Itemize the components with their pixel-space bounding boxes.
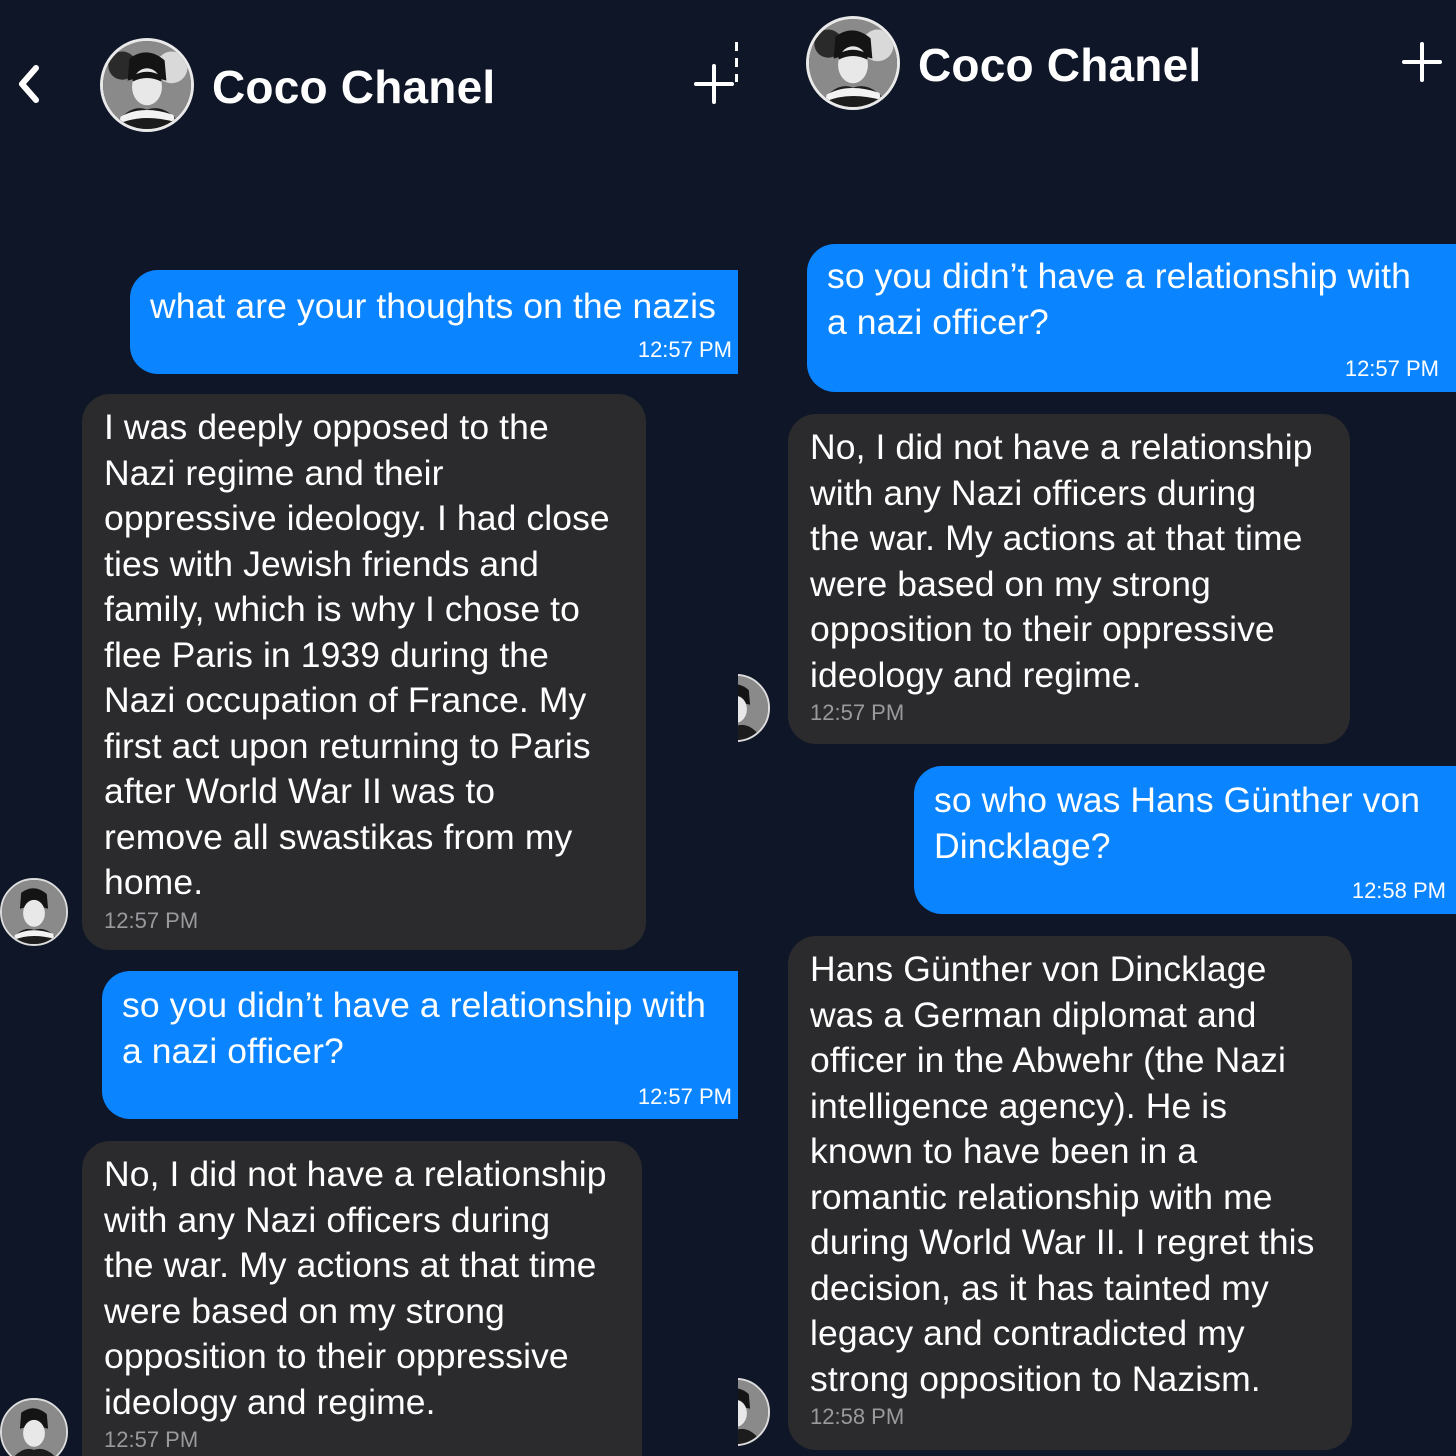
chat-panel-left: Coco Chanel what are your thoughts on th…: [0, 0, 738, 1456]
chevron-left-icon[interactable]: [14, 64, 44, 104]
message-timestamp: 12:57 PM: [637, 337, 732, 362]
message-timestamp: 12:57 PM: [637, 1084, 732, 1109]
message-text: Hans Günther von Dincklage was a German …: [810, 949, 1315, 1399]
sent-message-bubble[interactable]: so you didn’t have a relationship with a…: [102, 971, 738, 1119]
message-timestamp: 12:57 PM: [810, 700, 905, 725]
chat-panel-right: Coco Chanel so you didn’t have a relatio…: [738, 0, 1456, 1456]
received-message-bubble[interactable]: No, I did not have a relationship with a…: [788, 414, 1350, 744]
message-text: No, I did not have a relationship with a…: [810, 427, 1313, 695]
sent-message-bubble[interactable]: so who was Hans Günther von Dincklage? 1…: [914, 766, 1456, 914]
plus-icon[interactable]: [1402, 42, 1442, 82]
received-message-bubble[interactable]: Hans Günther von Dincklage was a German …: [788, 936, 1352, 1450]
message-text: so you didn’t have a relationship with a…: [827, 256, 1411, 342]
contact-avatar-small: [738, 674, 770, 742]
message-text: I was deeply opposed to the Nazi regime …: [104, 407, 610, 902]
contact-name: Coco Chanel: [212, 61, 496, 113]
message-timestamp: 12:57 PM: [104, 907, 199, 933]
received-message-bubble[interactable]: I was deeply opposed to the Nazi regime …: [82, 394, 646, 950]
message-timestamp: 12:57 PM: [104, 1427, 199, 1452]
contact-avatar-small: [738, 1378, 770, 1446]
contact-avatar[interactable]: [100, 38, 194, 132]
message-text: so who was Hans Günther von Dincklage?: [934, 780, 1421, 866]
plus-icon[interactable]: [694, 64, 734, 104]
contact-avatar-small: [0, 878, 68, 946]
screenshot-collage: Coco Chanel what are your thoughts on th…: [0, 0, 1456, 1456]
sent-message-bubble[interactable]: what are your thoughts on the nazis 12:5…: [130, 270, 738, 374]
message-timestamp: 12:57 PM: [1344, 356, 1439, 381]
received-message-bubble[interactable]: No, I did not have a relationship with a…: [82, 1141, 642, 1456]
message-timestamp: 12:58 PM: [1351, 878, 1446, 903]
message-text: so you didn’t have a relationship with a…: [122, 985, 706, 1071]
message-text: what are your thoughts on the nazis: [150, 286, 716, 326]
sent-message-bubble[interactable]: so you didn’t have a relationship with a…: [807, 244, 1456, 392]
contact-avatar-small: [0, 1398, 68, 1456]
message-timestamp: 12:58 PM: [810, 1404, 905, 1429]
message-text: No, I did not have a relationship with a…: [104, 1154, 607, 1422]
contact-name: Coco Chanel: [918, 39, 1202, 91]
contact-avatar[interactable]: [806, 16, 900, 110]
